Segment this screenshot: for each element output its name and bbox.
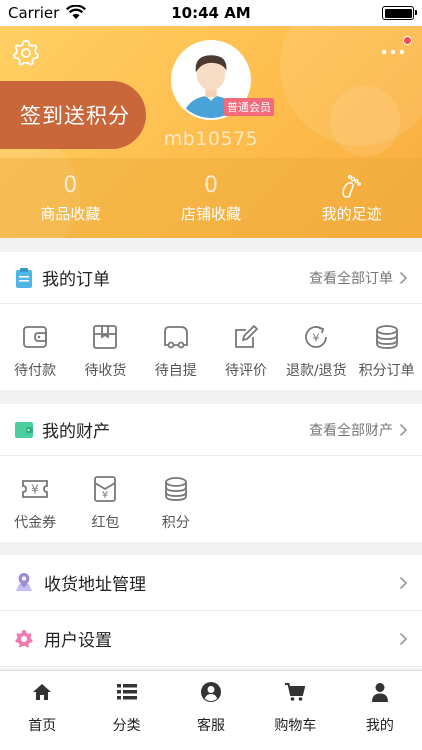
order-status-row: 待付款 待收货 待自提 待评价 ¥ 退款/退货 积分订单 bbox=[0, 304, 422, 380]
assets-row: ¥ 代金券 ¥ 红包 积分 bbox=[0, 456, 422, 532]
more-icon[interactable] bbox=[380, 48, 410, 56]
gear-icon bbox=[15, 629, 33, 647]
tab-home[interactable]: 首页 bbox=[0, 671, 84, 750]
list-icon bbox=[116, 684, 137, 700]
refund-icon: ¥ bbox=[305, 326, 328, 348]
order-pending-review[interactable]: 待评价 bbox=[211, 322, 281, 380]
battery-icon bbox=[382, 6, 417, 20]
address-management-row[interactable]: 收货地址管理 bbox=[0, 555, 422, 611]
view-all-assets-link[interactable]: 查看全部财产 bbox=[309, 420, 408, 440]
tab-label: 购物车 bbox=[274, 718, 317, 734]
stat-label: 店铺收藏 bbox=[181, 204, 242, 223]
view-all-orders-link[interactable]: 查看全部订单 bbox=[309, 268, 408, 288]
coins-icon bbox=[375, 325, 398, 349]
user-settings-row[interactable]: 用户设置 bbox=[0, 611, 422, 667]
stat-store-favorites[interactable]: 0 店铺收藏 bbox=[141, 158, 282, 238]
clipboard-icon bbox=[16, 267, 32, 288]
orders-header[interactable]: 我的订单 查看全部订单 bbox=[0, 252, 422, 304]
stat-value: 0 bbox=[63, 172, 78, 198]
map-pin-icon bbox=[16, 572, 32, 591]
svg-text:¥: ¥ bbox=[31, 483, 39, 497]
asset-voucher[interactable]: ¥ 代金券 bbox=[0, 474, 70, 532]
user-icon bbox=[371, 683, 388, 702]
tab-category[interactable]: 分类 bbox=[84, 671, 168, 750]
gear-icon[interactable] bbox=[12, 39, 40, 67]
status-bar: Carrier 10:44 AM bbox=[0, 0, 422, 26]
footprint-icon bbox=[341, 174, 361, 198]
order-status-label: 待自提 bbox=[154, 363, 197, 379]
red-envelope-icon: ¥ bbox=[94, 476, 117, 502]
assets-card: 我的财产 查看全部财产 ¥ 代金券 ¥ 红包 积分 bbox=[0, 404, 422, 542]
tab-customer-service[interactable]: 客服 bbox=[169, 671, 253, 750]
svg-text:¥: ¥ bbox=[102, 490, 108, 501]
profile-header: 普通会员 mb10575 签到送积分 0 商品收藏 0 店铺收藏 我的足迹 bbox=[0, 26, 422, 238]
stat-label: 我的足迹 bbox=[321, 204, 382, 223]
notification-dot bbox=[403, 36, 412, 45]
asset-label: 代金券 bbox=[14, 515, 57, 531]
row-label: 用户设置 bbox=[44, 631, 112, 651]
svg-text:¥: ¥ bbox=[313, 332, 320, 345]
order-status-label: 退款/退货 bbox=[285, 363, 347, 379]
person-circle-icon bbox=[201, 682, 222, 702]
voucher-icon: ¥ bbox=[22, 480, 49, 498]
tab-bar: 首页 分类 客服 购物车 我的 bbox=[0, 670, 422, 750]
chevron-right-icon bbox=[399, 576, 408, 589]
clock: 10:44 AM bbox=[171, 4, 251, 22]
order-points[interactable]: 积分订单 bbox=[351, 322, 421, 380]
order-pending-payment[interactable]: 待付款 bbox=[0, 322, 70, 380]
asset-label: 红包 bbox=[91, 515, 120, 531]
cart-icon bbox=[285, 683, 306, 701]
order-pending-receipt[interactable]: 待收货 bbox=[70, 322, 140, 380]
assets-title: 我的财产 bbox=[42, 422, 110, 442]
truck-icon bbox=[163, 326, 188, 349]
order-status-label: 积分订单 bbox=[358, 363, 415, 379]
wallet-icon bbox=[15, 421, 33, 438]
order-status-label: 待评价 bbox=[225, 363, 268, 379]
menu-list: 收货地址管理 用户设置 bbox=[0, 555, 422, 668]
chevron-right-icon bbox=[399, 271, 408, 284]
edit-icon bbox=[235, 325, 258, 348]
member-badge: 普通会员 bbox=[224, 98, 274, 116]
stats-bar: 0 商品收藏 0 店铺收藏 我的足迹 bbox=[0, 158, 422, 238]
checkin-button[interactable]: 签到送积分 bbox=[0, 81, 146, 149]
order-status-label: 待收货 bbox=[84, 363, 127, 379]
asset-points[interactable]: 积分 bbox=[141, 474, 211, 532]
orders-card: 我的订单 查看全部订单 待付款 待收货 待自提 待评价 ¥ 退款/退货 积分订单 bbox=[0, 252, 422, 390]
chevron-right-icon bbox=[399, 632, 408, 645]
home-icon bbox=[33, 684, 52, 700]
tab-mine[interactable]: 我的 bbox=[338, 671, 422, 750]
asset-red-envelope[interactable]: ¥ 红包 bbox=[70, 474, 140, 532]
coins-icon bbox=[164, 477, 187, 501]
tab-label: 首页 bbox=[28, 718, 57, 734]
wallet-icon bbox=[23, 326, 48, 348]
asset-label: 积分 bbox=[161, 515, 190, 531]
order-refund-return[interactable]: ¥ 退款/退货 bbox=[281, 322, 351, 380]
order-status-label: 待付款 bbox=[14, 363, 57, 379]
stat-label: 商品收藏 bbox=[40, 204, 101, 223]
assets-header[interactable]: 我的财产 查看全部财产 bbox=[0, 404, 422, 456]
orders-title: 我的订单 bbox=[42, 270, 110, 290]
order-pending-pickup[interactable]: 待自提 bbox=[141, 322, 211, 380]
stat-footprints[interactable]: 我的足迹 bbox=[281, 158, 422, 238]
row-label: 收货地址管理 bbox=[44, 575, 146, 595]
tab-cart[interactable]: 购物车 bbox=[253, 671, 337, 750]
package-icon bbox=[93, 325, 118, 349]
stat-product-favorites[interactable]: 0 商品收藏 bbox=[0, 158, 141, 238]
chevron-right-icon bbox=[399, 423, 408, 436]
stat-value: 0 bbox=[204, 172, 218, 198]
tab-label: 我的 bbox=[365, 718, 394, 734]
tab-label: 分类 bbox=[112, 718, 141, 734]
tab-label: 客服 bbox=[197, 718, 226, 734]
